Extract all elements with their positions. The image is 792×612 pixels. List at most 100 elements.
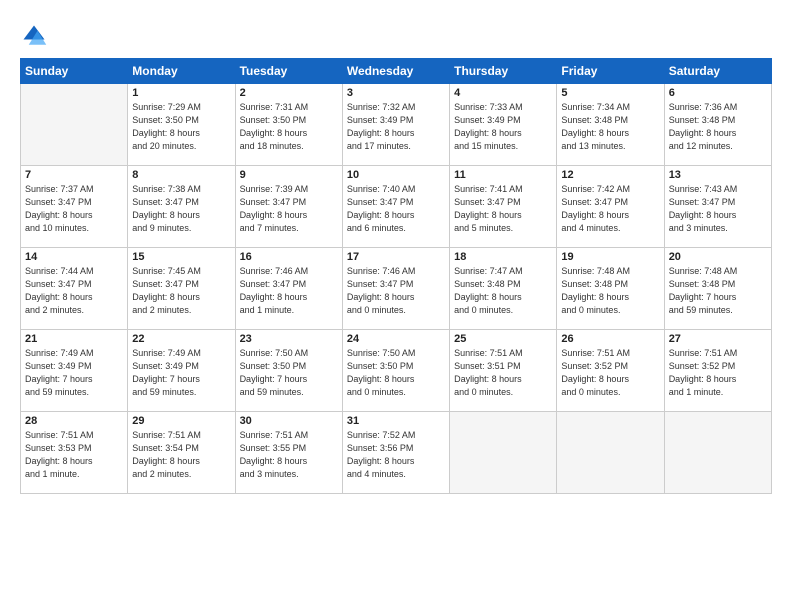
day-number: 22 [132, 333, 230, 345]
calendar-day-cell: 7 Sunrise: 7:37 AMSunset: 3:47 PMDaylight… [21, 166, 128, 248]
day-info: Sunrise: 7:31 AMSunset: 3:50 PMDaylight:… [240, 101, 338, 153]
day-number: 21 [25, 333, 123, 345]
day-number: 6 [669, 87, 767, 99]
calendar-day-cell [557, 412, 664, 494]
calendar-day-cell: 2 Sunrise: 7:31 AMSunset: 3:50 PMDaylight… [235, 84, 342, 166]
calendar-day-cell: 27 Sunrise: 7:51 AMSunset: 3:52 PMDayligh… [664, 330, 771, 412]
calendar-body: 1 Sunrise: 7:29 AMSunset: 3:50 PMDaylight… [21, 84, 772, 494]
calendar-day-cell [450, 412, 557, 494]
calendar-day-cell: 19 Sunrise: 7:48 AMSunset: 3:48 PMDayligh… [557, 248, 664, 330]
day-info: Sunrise: 7:51 AMSunset: 3:55 PMDaylight:… [240, 429, 338, 481]
logo [20, 22, 52, 50]
calendar-day-cell: 17 Sunrise: 7:46 AMSunset: 3:47 PMDayligh… [342, 248, 449, 330]
calendar-day-cell: 21 Sunrise: 7:49 AMSunset: 3:49 PMDayligh… [21, 330, 128, 412]
calendar-day-cell: 3 Sunrise: 7:32 AMSunset: 3:49 PMDaylight… [342, 84, 449, 166]
calendar-day-cell: 28Sunrise: 7:51 AMSunset: 3:53 PMDayligh… [21, 412, 128, 494]
day-info: Sunrise: 7:51 AMSunset: 3:54 PMDaylight:… [132, 429, 230, 481]
day-info: Sunrise: 7:36 AMSunset: 3:48 PMDaylight:… [669, 101, 767, 153]
day-number: 4 [454, 87, 552, 99]
day-info: Sunrise: 7:48 AMSunset: 3:48 PMDaylight:… [669, 265, 767, 317]
calendar-header-cell: Sunday [21, 59, 128, 84]
day-number: 10 [347, 169, 445, 181]
day-number: 20 [669, 251, 767, 263]
calendar-day-cell: 16 Sunrise: 7:46 AMSunset: 3:47 PMDayligh… [235, 248, 342, 330]
calendar-day-cell: 12 Sunrise: 7:42 AMSunset: 3:47 PMDayligh… [557, 166, 664, 248]
calendar-day-cell: 14Sunrise: 7:44 AMSunset: 3:47 PMDayligh… [21, 248, 128, 330]
calendar-week-row: 14Sunrise: 7:44 AMSunset: 3:47 PMDayligh… [21, 248, 772, 330]
day-info: Sunrise: 7:51 AMSunset: 3:52 PMDaylight:… [669, 347, 767, 399]
calendar-header-cell: Friday [557, 59, 664, 84]
logo-icon [20, 22, 48, 50]
calendar-day-cell: 25Sunrise: 7:51 AMSunset: 3:51 PMDayligh… [450, 330, 557, 412]
day-number: 18 [454, 251, 552, 263]
day-number: 16 [240, 251, 338, 263]
day-info: Sunrise: 7:41 AMSunset: 3:47 PMDaylight:… [454, 183, 552, 235]
calendar-header-cell: Tuesday [235, 59, 342, 84]
day-info: Sunrise: 7:42 AMSunset: 3:47 PMDaylight:… [561, 183, 659, 235]
calendar-day-cell [664, 412, 771, 494]
day-number: 25 [454, 333, 552, 345]
calendar-day-cell: 20 Sunrise: 7:48 AMSunset: 3:48 PMDayligh… [664, 248, 771, 330]
day-info: Sunrise: 7:47 AMSunset: 3:48 PMDaylight:… [454, 265, 552, 317]
calendar-day-cell: 10Sunrise: 7:40 AMSunset: 3:47 PMDayligh… [342, 166, 449, 248]
calendar-day-cell: 6 Sunrise: 7:36 AMSunset: 3:48 PMDaylight… [664, 84, 771, 166]
calendar-header-cell: Saturday [664, 59, 771, 84]
day-number: 27 [669, 333, 767, 345]
calendar-day-cell: 1 Sunrise: 7:29 AMSunset: 3:50 PMDaylight… [128, 84, 235, 166]
calendar-week-row: 28Sunrise: 7:51 AMSunset: 3:53 PMDayligh… [21, 412, 772, 494]
calendar-day-cell: 18 Sunrise: 7:47 AMSunset: 3:48 PMDayligh… [450, 248, 557, 330]
day-info: Sunrise: 7:51 AMSunset: 3:53 PMDaylight:… [25, 429, 123, 481]
page: SundayMondayTuesdayWednesdayThursdayFrid… [0, 0, 792, 612]
calendar-header-cell: Wednesday [342, 59, 449, 84]
day-number: 12 [561, 169, 659, 181]
day-number: 1 [132, 87, 230, 99]
day-info: Sunrise: 7:46 AMSunset: 3:47 PMDaylight:… [240, 265, 338, 317]
day-info: Sunrise: 7:48 AMSunset: 3:48 PMDaylight:… [561, 265, 659, 317]
day-number: 19 [561, 251, 659, 263]
day-number: 13 [669, 169, 767, 181]
calendar-day-cell [21, 84, 128, 166]
day-number: 11 [454, 169, 552, 181]
calendar-day-cell: 4 Sunrise: 7:33 AMSunset: 3:49 PMDaylight… [450, 84, 557, 166]
day-number: 15 [132, 251, 230, 263]
day-number: 9 [240, 169, 338, 181]
calendar-table: SundayMondayTuesdayWednesdayThursdayFrid… [20, 58, 772, 494]
calendar-day-cell: 30Sunrise: 7:51 AMSunset: 3:55 PMDayligh… [235, 412, 342, 494]
day-number: 8 [132, 169, 230, 181]
day-info: Sunrise: 7:37 AMSunset: 3:47 PMDaylight:… [25, 183, 123, 235]
calendar-header-cell: Monday [128, 59, 235, 84]
day-info: Sunrise: 7:32 AMSunset: 3:49 PMDaylight:… [347, 101, 445, 153]
calendar-week-row: 21 Sunrise: 7:49 AMSunset: 3:49 PMDayligh… [21, 330, 772, 412]
day-info: Sunrise: 7:49 AMSunset: 3:49 PMDaylight:… [25, 347, 123, 399]
day-number: 2 [240, 87, 338, 99]
day-number: 7 [25, 169, 123, 181]
day-info: Sunrise: 7:39 AMSunset: 3:47 PMDaylight:… [240, 183, 338, 235]
calendar-day-cell: 9 Sunrise: 7:39 AMSunset: 3:47 PMDaylight… [235, 166, 342, 248]
calendar-week-row: 7 Sunrise: 7:37 AMSunset: 3:47 PMDaylight… [21, 166, 772, 248]
calendar-day-cell: 15 Sunrise: 7:45 AMSunset: 3:47 PMDayligh… [128, 248, 235, 330]
day-info: Sunrise: 7:33 AMSunset: 3:49 PMDaylight:… [454, 101, 552, 153]
calendar-day-cell: 23Sunrise: 7:50 AMSunset: 3:50 PMDayligh… [235, 330, 342, 412]
header [20, 18, 772, 50]
calendar-day-cell: 22 Sunrise: 7:49 AMSunset: 3:49 PMDayligh… [128, 330, 235, 412]
day-info: Sunrise: 7:34 AMSunset: 3:48 PMDaylight:… [561, 101, 659, 153]
day-number: 31 [347, 415, 445, 427]
day-info: Sunrise: 7:43 AMSunset: 3:47 PMDaylight:… [669, 183, 767, 235]
calendar-day-cell: 11 Sunrise: 7:41 AMSunset: 3:47 PMDayligh… [450, 166, 557, 248]
calendar-day-cell: 31 Sunrise: 7:52 AMSunset: 3:56 PMDayligh… [342, 412, 449, 494]
day-number: 3 [347, 87, 445, 99]
day-number: 5 [561, 87, 659, 99]
day-info: Sunrise: 7:44 AMSunset: 3:47 PMDaylight:… [25, 265, 123, 317]
calendar-day-cell: 8 Sunrise: 7:38 AMSunset: 3:47 PMDaylight… [128, 166, 235, 248]
day-info: Sunrise: 7:46 AMSunset: 3:47 PMDaylight:… [347, 265, 445, 317]
day-number: 24 [347, 333, 445, 345]
day-info: Sunrise: 7:52 AMSunset: 3:56 PMDaylight:… [347, 429, 445, 481]
calendar-day-cell: 24Sunrise: 7:50 AMSunset: 3:50 PMDayligh… [342, 330, 449, 412]
day-number: 17 [347, 251, 445, 263]
day-info: Sunrise: 7:45 AMSunset: 3:47 PMDaylight:… [132, 265, 230, 317]
day-info: Sunrise: 7:29 AMSunset: 3:50 PMDaylight:… [132, 101, 230, 153]
calendar-day-cell: 26Sunrise: 7:51 AMSunset: 3:52 PMDayligh… [557, 330, 664, 412]
day-info: Sunrise: 7:38 AMSunset: 3:47 PMDaylight:… [132, 183, 230, 235]
day-number: 26 [561, 333, 659, 345]
day-info: Sunrise: 7:49 AMSunset: 3:49 PMDaylight:… [132, 347, 230, 399]
